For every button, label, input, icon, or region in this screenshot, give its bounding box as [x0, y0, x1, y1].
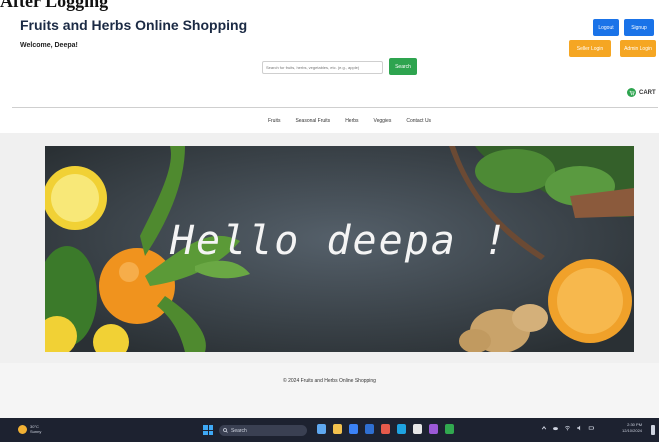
footer-copyright: © 2024 Fruits and Herbs Online Shopping	[283, 378, 376, 384]
hero-banner: Hello deepa !	[45, 146, 634, 352]
signup-button[interactable]: Signup	[624, 19, 654, 36]
cart-label: CART	[639, 89, 656, 96]
cart-link[interactable]: CART	[627, 88, 656, 97]
logout-button[interactable]: Logout	[593, 19, 619, 36]
nav-item-herbs[interactable]: Herbs	[345, 118, 358, 124]
nav-item-fruits[interactable]: Fruits	[268, 118, 281, 124]
taskbar-apps	[317, 424, 454, 434]
admin-login-button[interactable]: Admin Login	[620, 40, 656, 57]
windows-start-icon[interactable]	[203, 425, 213, 435]
vscode-icon[interactable]	[429, 424, 438, 434]
battery-icon[interactable]	[588, 425, 595, 431]
system-tray	[541, 425, 595, 431]
page: After Logging Fruits and Herbs Online Sh…	[0, 0, 659, 442]
nav-item-veggies[interactable]: Veggies	[374, 118, 392, 124]
search-button[interactable]: Search	[389, 58, 417, 75]
taskbar-search-label: Search	[231, 427, 247, 434]
weather-widget[interactable]: 30°C Sunny	[18, 424, 41, 434]
welcome-message: Welcome, Deepa!	[20, 42, 78, 49]
notification-icon[interactable]	[651, 425, 655, 435]
app-icon[interactable]	[397, 424, 406, 434]
nav-item-seasonal-fruits[interactable]: Seasonal Fruits	[295, 118, 330, 124]
taskbar-search[interactable]: Search	[219, 425, 307, 436]
site-title: Fruits and Herbs Online Shopping	[20, 17, 248, 33]
cloud-icon[interactable]	[552, 425, 559, 431]
chevron-up-icon[interactable]	[541, 425, 547, 431]
sun-icon	[18, 424, 27, 434]
notepad-icon[interactable]	[413, 424, 422, 434]
clock-date: 12/10/2024	[622, 428, 643, 433]
store-icon[interactable]	[349, 424, 358, 434]
wifi-icon[interactable]	[564, 425, 571, 431]
banner-greeting: Hello deepa !	[169, 218, 510, 264]
header-divider	[12, 107, 658, 108]
screenshot-caption: After Logging	[0, 0, 109, 11]
sheets-icon[interactable]	[445, 424, 454, 434]
taskbar-clock[interactable]: 2:30 PM 12/10/2024	[622, 422, 642, 434]
weather-desc: Sunny	[30, 429, 42, 434]
file-explorer-icon[interactable]	[333, 424, 342, 434]
search-icon	[223, 428, 228, 433]
edge-icon[interactable]	[365, 424, 374, 434]
nav-item-contact-us[interactable]: Contact Us	[406, 118, 431, 124]
cart-icon	[627, 88, 636, 97]
task-view-icon[interactable]	[317, 424, 326, 434]
search-input[interactable]	[262, 61, 383, 74]
volume-icon[interactable]	[576, 425, 583, 431]
chrome-icon[interactable]	[381, 424, 390, 434]
footer	[0, 363, 659, 418]
seller-login-button[interactable]: Seller Login	[569, 40, 611, 57]
main-nav: Fruits Seasonal Fruits Herbs Veggies Con…	[0, 118, 659, 124]
